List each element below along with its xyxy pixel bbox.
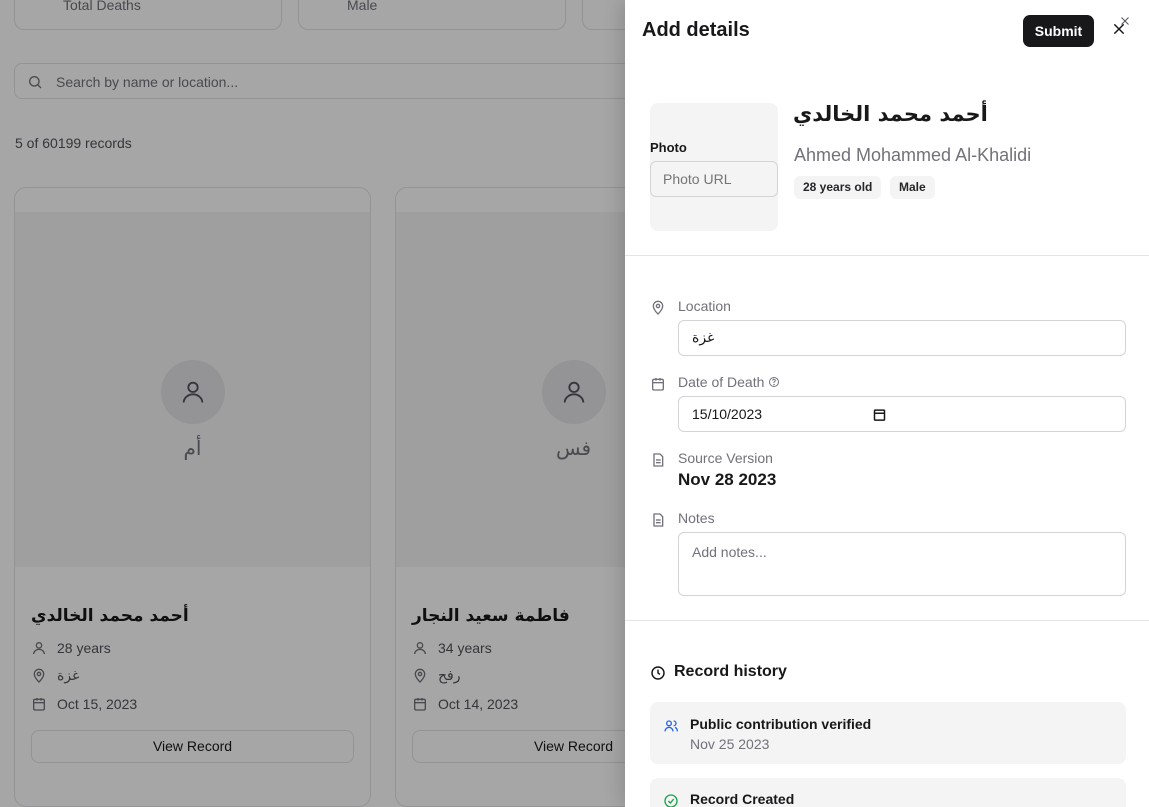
date-of-death-label-text: Date of Death	[678, 374, 765, 390]
english-name: Ahmed Mohammed Al-Khalidi	[794, 145, 1032, 165]
history-item-date: Nov 25 2023	[690, 736, 770, 752]
calendar-icon	[652, 378, 664, 391]
calendar-picker-icon[interactable]	[872, 407, 887, 422]
date-value: 15/10/2023	[692, 406, 763, 422]
age-badge: 28 years old	[794, 176, 882, 199]
add-details-drawer: Add details Submit Photo أحمد محمد الخال…	[625, 0, 1149, 807]
notes-textarea[interactable]: Add notes...	[678, 532, 1126, 596]
drawer-title: Add details	[642, 19, 750, 41]
history-item: Public contribution verified Nov 25 2023	[650, 702, 1126, 764]
users-icon	[664, 720, 678, 732]
clock-icon	[651, 666, 665, 680]
record-history-title: Record history	[674, 663, 787, 680]
notes-label: Notes	[678, 510, 715, 526]
history-item: Record Created	[650, 778, 1126, 807]
date-of-death-input[interactable]: 15/10/2023	[678, 396, 1126, 432]
divider	[625, 255, 1149, 256]
divider	[625, 620, 1149, 621]
history-item-title: Public contribution verified	[690, 716, 872, 732]
source-version-label: Source Version	[678, 450, 773, 466]
photo-box: Photo	[650, 103, 778, 231]
gender-badge: Male	[890, 176, 935, 199]
source-version-value: Nov 28 2023	[678, 470, 777, 489]
location-label: Location	[678, 298, 731, 314]
check-circle-icon	[664, 794, 678, 807]
photo-url-input[interactable]	[650, 161, 778, 197]
arabic-name: أحمد محمد الخالدي	[793, 102, 988, 126]
date-of-death-label: Date of Death	[678, 374, 780, 390]
location-input[interactable]: غزة	[678, 320, 1126, 356]
document-icon	[653, 453, 664, 467]
submit-button[interactable]: Submit	[1023, 15, 1094, 47]
document-icon	[653, 513, 664, 527]
map-pin-icon	[652, 300, 664, 315]
close-icon[interactable]	[1119, 15, 1131, 27]
photo-label: Photo	[650, 140, 687, 155]
help-icon[interactable]	[768, 376, 780, 388]
history-item-title: Record Created	[690, 791, 795, 807]
